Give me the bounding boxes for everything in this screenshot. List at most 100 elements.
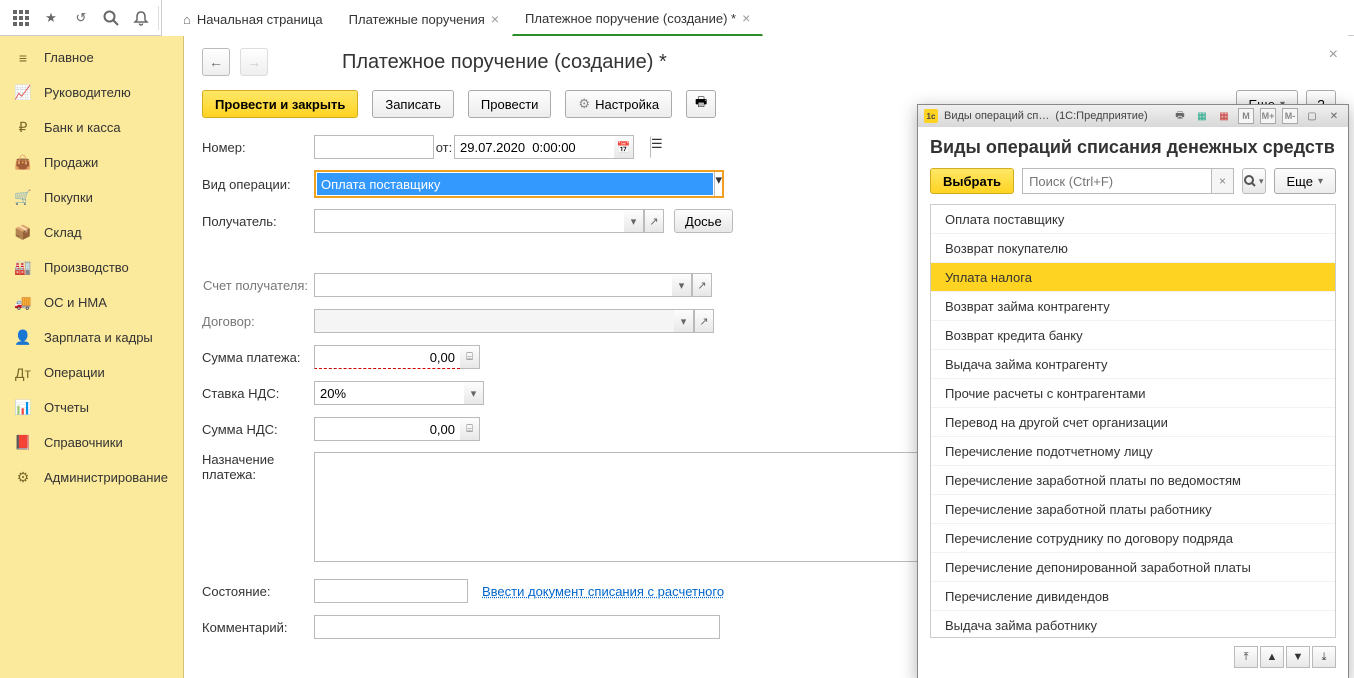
- top-iconbar: ★ ↺ ⌂ Начальная страница Платежные поруч…: [0, 0, 1354, 36]
- list-item[interactable]: Уплата налога: [931, 263, 1335, 292]
- search-button[interactable]: [1242, 168, 1265, 194]
- list-item[interactable]: Выдача займа работнику: [931, 611, 1335, 638]
- list-item[interactable]: Перечисление депонированной заработной п…: [931, 553, 1335, 582]
- history-icon[interactable]: ↺: [66, 3, 96, 33]
- list-icon[interactable]: ☰: [650, 136, 672, 158]
- sidebar-item-администрирование[interactable]: ⚙Администрирование: [0, 460, 183, 495]
- list-item[interactable]: Выдача займа контрагенту: [931, 350, 1335, 379]
- calendar-icon[interactable]: 📅: [614, 135, 634, 159]
- m-icon[interactable]: M: [1238, 108, 1254, 124]
- back-button[interactable]: ←: [202, 48, 230, 76]
- sidebar-item-ос-и-нма[interactable]: 🚚ОС и НМА: [0, 285, 183, 320]
- open-icon[interactable]: ↗: [694, 309, 714, 333]
- tab-payment-order-create[interactable]: Платежное поручение (создание) * ×: [512, 2, 763, 36]
- list-item[interactable]: Возврат кредита банку: [931, 321, 1335, 350]
- home-icon: ⌂: [183, 12, 191, 27]
- close-icon[interactable]: ×: [491, 11, 499, 27]
- recipient-input[interactable]: [314, 209, 624, 233]
- chevron-down-icon[interactable]: ▾: [624, 209, 644, 233]
- sidebar-item-зарплата-и-кадры[interactable]: 👤Зарплата и кадры: [0, 320, 183, 355]
- state-input[interactable]: [314, 579, 468, 603]
- sidebar-item-справочники[interactable]: 📕Справочники: [0, 425, 183, 460]
- list-item[interactable]: Оплата поставщику: [931, 205, 1335, 234]
- tab-home[interactable]: ⌂ Начальная страница: [170, 2, 336, 36]
- sidebar-item-отчеты[interactable]: 📊Отчеты: [0, 390, 183, 425]
- popup-more-button[interactable]: Еще: [1274, 168, 1336, 194]
- popup-title-app: (1С:Предприятие): [1055, 110, 1147, 122]
- list-item[interactable]: Перечисление заработной платы по ведомос…: [931, 466, 1335, 495]
- dossier-button[interactable]: Досье: [674, 209, 733, 233]
- list-item[interactable]: Перечисление заработной платы работнику: [931, 495, 1335, 524]
- sidebar-item-операции[interactable]: ДтОперации: [0, 355, 183, 390]
- star-icon[interactable]: ★: [36, 3, 66, 33]
- open-icon[interactable]: ↗: [644, 209, 664, 233]
- date-input[interactable]: [454, 135, 614, 159]
- apps-icon[interactable]: [6, 3, 36, 33]
- list-item[interactable]: Возврат покупателю: [931, 234, 1335, 263]
- cart-icon: 🛒: [14, 189, 32, 206]
- go-up-icon[interactable]: ▲: [1260, 646, 1284, 668]
- op-type-label: Вид операции:: [202, 177, 314, 192]
- op-type-field[interactable]: ▾: [314, 170, 724, 198]
- amount-input[interactable]: [314, 345, 460, 369]
- op-type-input[interactable]: [317, 173, 713, 195]
- m-plus-icon[interactable]: M+: [1260, 108, 1276, 124]
- sidebar-item-производство[interactable]: 🏭Производство: [0, 250, 183, 285]
- post-and-close-button[interactable]: Провести и закрыть: [202, 90, 358, 118]
- sidebar-item-label: Главное: [44, 50, 94, 65]
- close-icon[interactable]: ✕: [1326, 108, 1342, 124]
- post-button[interactable]: Провести: [468, 90, 552, 118]
- list-item[interactable]: Перечисление дивидендов: [931, 582, 1335, 611]
- sidebar-item-покупки[interactable]: 🛒Покупки: [0, 180, 183, 215]
- tab-payment-orders[interactable]: Платежные поручения ×: [336, 2, 512, 36]
- close-icon[interactable]: ×: [742, 10, 750, 26]
- forward-button: →: [240, 48, 268, 76]
- tabbar: ⌂ Начальная страница Платежные поручения…: [161, 0, 1348, 36]
- sidebar-item-label: Операции: [44, 365, 105, 380]
- search-icon[interactable]: [96, 3, 126, 33]
- chevron-down-icon[interactable]: ▾: [464, 381, 484, 405]
- calendar31-icon[interactable]: ▦: [1216, 108, 1232, 124]
- open-icon[interactable]: ↗: [692, 273, 712, 297]
- sidebar-item-руководителю[interactable]: 📈Руководителю: [0, 75, 183, 110]
- chevron-down-icon[interactable]: ▾: [674, 309, 694, 333]
- list-item[interactable]: Перечисление сотруднику по договору подр…: [931, 524, 1335, 553]
- go-down-icon[interactable]: ▼: [1286, 646, 1310, 668]
- save-button[interactable]: Записать: [372, 90, 454, 118]
- list-item[interactable]: Прочие расчеты с контрагентами: [931, 379, 1335, 408]
- number-input[interactable]: [314, 135, 434, 159]
- recip-acct-label: Счет получателя:: [202, 278, 314, 293]
- calculator-icon[interactable]: ⌸: [460, 417, 480, 441]
- window-icon[interactable]: ▢: [1304, 108, 1320, 124]
- chevron-down-icon[interactable]: ▾: [714, 172, 722, 196]
- comment-input[interactable]: [314, 615, 720, 639]
- list-item[interactable]: Перечисление подотчетному лицу: [931, 437, 1335, 466]
- vat-sum-input[interactable]: [314, 417, 460, 441]
- contract-input[interactable]: [314, 309, 674, 333]
- vat-rate-input[interactable]: [314, 381, 464, 405]
- enter-doc-link[interactable]: Ввести документ списания с расчетного: [482, 584, 724, 599]
- search-input[interactable]: [1022, 168, 1212, 194]
- recip-acct-input[interactable]: [314, 273, 672, 297]
- go-top-icon[interactable]: ⤒: [1234, 646, 1258, 668]
- print-button[interactable]: 🖶: [686, 90, 716, 118]
- list-item[interactable]: Возврат займа контрагенту: [931, 292, 1335, 321]
- calendar-icon[interactable]: ▦: [1194, 108, 1210, 124]
- list-item[interactable]: Перевод на другой счет организации: [931, 408, 1335, 437]
- sidebar-item-продажи[interactable]: 👜Продажи: [0, 145, 183, 180]
- settings-button[interactable]: ⚙Настройка: [565, 90, 672, 118]
- go-bottom-icon[interactable]: ⤓: [1312, 646, 1336, 668]
- print-icon[interactable]: 🖶: [1172, 108, 1188, 124]
- sidebar-item-склад[interactable]: 📦Склад: [0, 215, 183, 250]
- chevron-down-icon[interactable]: ▾: [672, 273, 692, 297]
- m-minus-icon[interactable]: M-: [1282, 108, 1298, 124]
- popup-titlebar[interactable]: 1c Виды операций сп… (1С:Предприятие) 🖶 …: [918, 105, 1348, 127]
- calculator-icon[interactable]: ⌸: [460, 345, 480, 369]
- clear-icon[interactable]: ×: [1212, 168, 1234, 194]
- bell-icon[interactable]: [126, 3, 156, 33]
- sidebar-item-банк-и-касса[interactable]: ₽Банк и касса: [0, 110, 183, 145]
- sidebar-item-главное[interactable]: ≡Главное: [0, 40, 183, 75]
- close-icon[interactable]: ×: [1329, 46, 1338, 64]
- select-button[interactable]: Выбрать: [930, 168, 1014, 194]
- sidebar-item-label: Склад: [44, 225, 82, 240]
